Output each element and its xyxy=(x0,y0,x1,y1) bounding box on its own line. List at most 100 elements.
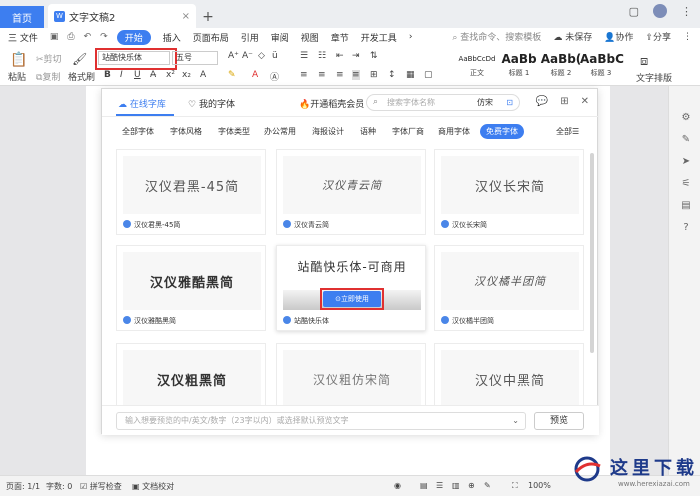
font-size-select[interactable]: 五号 xyxy=(172,51,218,65)
pen-icon[interactable]: ✎ xyxy=(680,134,692,146)
superscript-icon[interactable]: x² xyxy=(166,70,175,80)
format-painter-icon[interactable]: 🖌 xyxy=(72,52,87,66)
sort-icon[interactable]: ⇅ xyxy=(370,51,378,61)
font-color-icon[interactable]: A xyxy=(252,70,258,80)
menu-insert[interactable]: 插入 xyxy=(163,31,181,44)
line-spacing-icon[interactable]: ↕ xyxy=(388,70,396,80)
bold-button[interactable]: B xyxy=(104,70,111,80)
file-menu[interactable]: 三 文件 xyxy=(8,31,38,44)
shrink-font-icon[interactable]: A⁻ xyxy=(242,51,253,61)
style-heading-3[interactable]: AaBbC 标题 3 xyxy=(580,50,624,82)
font-search-input[interactable]: ⌕ 搜索字体名称 仿宋 ⊡ xyxy=(366,94,520,111)
text-effect-icon[interactable]: A xyxy=(200,70,206,80)
paste-button[interactable]: 粘贴 xyxy=(8,70,26,83)
strikethrough-icon[interactable]: A̶ xyxy=(150,70,156,80)
user-avatar[interactable] xyxy=(653,4,667,18)
collaborate-button[interactable]: 👤协作 xyxy=(604,30,633,43)
italic-button[interactable]: I xyxy=(120,70,123,80)
justify-icon[interactable]: ≡ xyxy=(352,70,360,80)
border-icon[interactable]: ▢ xyxy=(424,70,433,80)
style-normal[interactable]: AaBbCcDd 正文 xyxy=(456,50,498,82)
settings-icon[interactable]: ⚙ xyxy=(680,112,692,124)
print-icon[interactable]: ⎙ xyxy=(67,32,74,42)
spellcheck-button[interactable]: ☑ 拼写检查 xyxy=(80,481,122,492)
subscript-icon[interactable]: x₂ xyxy=(182,70,191,80)
home-tab[interactable]: 首页 xyxy=(0,6,44,28)
web-view-icon[interactable]: ⊕ xyxy=(468,481,475,490)
font-card[interactable]: 汉仪青云简 汉仪青云简 xyxy=(276,149,426,235)
menu-references[interactable]: 引用 xyxy=(241,31,259,44)
zoom-level[interactable]: 100% xyxy=(528,481,551,490)
close-tab-icon[interactable]: × xyxy=(182,11,190,22)
grow-font-icon[interactable]: A⁺ xyxy=(228,51,239,61)
align-center-icon[interactable]: ≡ xyxy=(318,70,326,80)
align-left-icon[interactable]: ≡ xyxy=(300,70,308,80)
help-icon[interactable]: ? xyxy=(680,222,692,234)
bullet-list-icon[interactable]: ☰ xyxy=(300,51,308,61)
menu-developer[interactable]: 开发工具 xyxy=(361,31,397,44)
increase-indent-icon[interactable]: ⇥ xyxy=(352,51,360,61)
save-icon[interactable]: ▣ xyxy=(50,32,59,42)
category-free[interactable]: 免费字体 xyxy=(480,124,524,139)
align-right-icon[interactable]: ≡ xyxy=(336,70,344,80)
tab-my-fonts[interactable]: ♡ 我的字体 xyxy=(188,97,235,110)
message-icon[interactable]: 💬 xyxy=(536,96,548,107)
clear-format-icon[interactable]: ◇ xyxy=(258,51,265,61)
search-suggestion[interactable]: 仿宋 xyxy=(477,95,493,110)
category-language[interactable]: 语种 xyxy=(360,126,376,137)
font-card[interactable]: 汉仪雅酷黑简 汉仪雅酷黑简 xyxy=(116,245,266,331)
start-tab[interactable]: 开始 xyxy=(116,29,151,45)
layout-icon[interactable]: ▤ xyxy=(680,200,692,212)
vip-link[interactable]: 🔥开通稻壳会员 xyxy=(299,97,364,110)
title-more-icon[interactable]: ⋮ xyxy=(681,5,692,18)
numbered-list-icon[interactable]: ☷ xyxy=(318,51,326,61)
new-tab-button[interactable]: + xyxy=(196,6,220,28)
copy-button[interactable]: ⧉复制 xyxy=(36,70,60,83)
proofread-button[interactable]: ▣ 文档校对 xyxy=(132,481,174,492)
cursor-icon[interactable]: ➤ xyxy=(680,156,692,168)
close-icon[interactable]: ✕ xyxy=(581,96,589,107)
undo-icon[interactable]: ↶ xyxy=(84,32,92,42)
menu-more-arrow[interactable]: › xyxy=(409,32,413,42)
redo-icon[interactable]: ↷ xyxy=(100,32,108,42)
text-layout-button[interactable]: 文字排版 xyxy=(636,71,672,84)
outline-view-icon[interactable]: ☰ xyxy=(436,481,443,490)
font-card[interactable]: 汉仪长宋简 汉仪长宋简 xyxy=(434,149,584,235)
font-card[interactable]: 汉仪橘半团简 汉仪橘半团简 xyxy=(434,245,584,331)
category-poster[interactable]: 海报设计 xyxy=(312,126,344,137)
category-style[interactable]: 字体风格 xyxy=(170,126,202,137)
command-search[interactable]: ⌕ 查找命令、搜索模板 xyxy=(452,30,541,43)
eye-icon[interactable]: ◉ xyxy=(394,481,401,490)
window-layout-icon[interactable]: ▢ xyxy=(629,5,639,18)
menu-more-icon[interactable]: ⋮ xyxy=(683,32,692,42)
tab-online-fonts[interactable]: ☁ 在线字库 xyxy=(118,97,166,110)
font-card[interactable]: 汉仪君黑-45简 汉仪君黑-45简 xyxy=(116,149,266,235)
highlight-color-icon[interactable]: ✎ xyxy=(228,70,236,80)
shading-icon[interactable]: ▦ xyxy=(406,70,415,80)
category-commercial[interactable]: 商用字体 xyxy=(438,126,470,137)
chevron-down-icon[interactable]: ⌄ xyxy=(512,413,519,429)
menu-page-layout[interactable]: 页面布局 xyxy=(193,31,229,44)
underline-button[interactable]: U xyxy=(134,70,141,80)
unsaved-status[interactable]: ☁ 未保存 xyxy=(553,30,592,43)
style-heading-2[interactable]: AaBb( 标题 2 xyxy=(540,50,582,82)
image-search-icon[interactable]: ⊡ xyxy=(506,95,513,110)
word-count[interactable]: 字数: 0 xyxy=(46,481,72,492)
cut-button[interactable]: ✂剪切 xyxy=(36,52,62,65)
category-all-dropdown[interactable]: 全部☰ xyxy=(556,126,579,137)
distribute-icon[interactable]: ⊞ xyxy=(370,70,378,80)
page-view-icon[interactable]: ▤ xyxy=(420,481,428,490)
menu-view[interactable]: 视图 xyxy=(301,31,319,44)
font-card-selected[interactable]: 站酷快乐体-可商用 ⊙立即使用 站酷快乐体 xyxy=(276,245,426,331)
category-office[interactable]: 办公常用 xyxy=(264,126,296,137)
adjust-icon[interactable]: ⚟ xyxy=(680,178,692,190)
menu-chapter[interactable]: 章节 xyxy=(331,31,349,44)
style-heading-1[interactable]: AaBb 标题 1 xyxy=(498,50,540,82)
document-tab[interactable]: W 文字文稿2 × xyxy=(48,4,196,28)
category-type[interactable]: 字体类型 xyxy=(218,126,250,137)
decrease-indent-icon[interactable]: ⇤ xyxy=(336,51,344,61)
paste-icon[interactable]: 📋 xyxy=(10,52,27,68)
write-view-icon[interactable]: ✎ xyxy=(484,481,491,490)
preview-button[interactable]: 预览 xyxy=(534,412,584,430)
category-vendor[interactable]: 字体厂商 xyxy=(392,126,424,137)
